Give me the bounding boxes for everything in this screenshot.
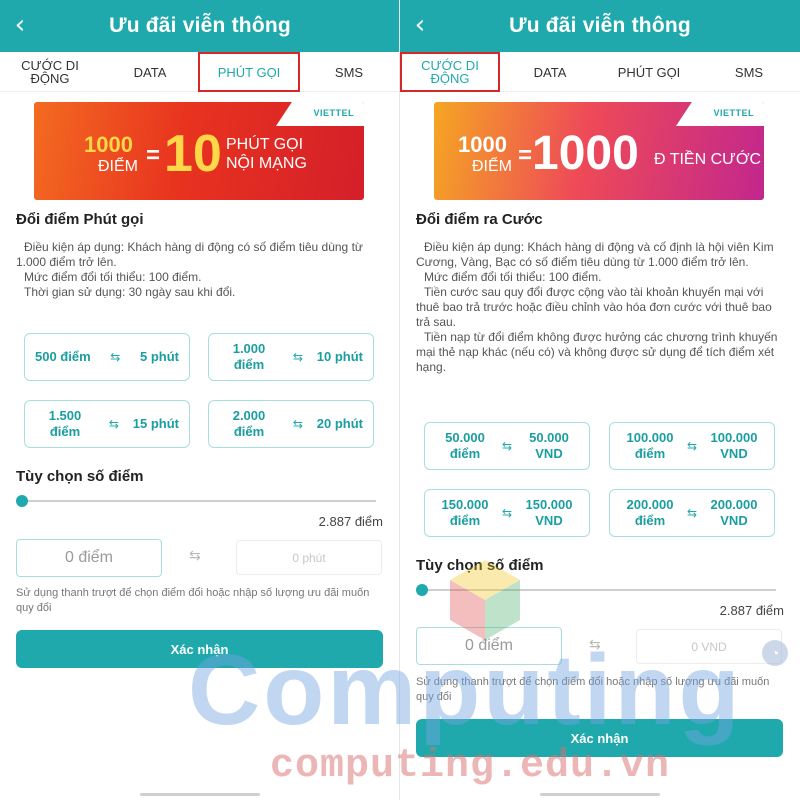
banner-points-word: ĐIỂM: [98, 158, 138, 175]
option-value: 100.000 VND: [710, 430, 758, 461]
page-title: Ưu đãi viễn thông: [509, 14, 691, 37]
max-points-label: 2.887 điểm: [719, 603, 784, 618]
option-value: 50.000 VND: [529, 430, 569, 461]
watermark-url: computing.edu.vn: [270, 744, 671, 789]
option-value: 10 phút: [316, 349, 363, 364]
slider-thumb[interactable]: [416, 584, 428, 596]
condition-line: Thời gian sử dụng: 30 ngày sau khi đổi.: [24, 285, 236, 299]
swap-icon: ⇆: [108, 417, 119, 431]
option-card[interactable]: 500 điểm ⇆ 5 phút: [24, 333, 190, 381]
promo-banner[interactable]: VIETTEL 1000 ĐIỂM = 1000 Đ TIỀN CƯỚC: [434, 102, 764, 200]
tab-label: CƯỚC DI ĐỘNG: [421, 58, 479, 86]
promo-banner[interactable]: VIETTEL 1000 ĐIỂM = 10 PHÚT GỌI NỘI MẠNG: [34, 102, 364, 200]
points-slider[interactable]: [16, 495, 376, 507]
option-card[interactable]: 100.000 điểm ⇆ 100.000 VND: [609, 422, 775, 470]
option-value: 150.000 VND: [525, 497, 573, 528]
option-card[interactable]: 2.000 điểm ⇆ 20 phút: [208, 400, 374, 448]
condition-line: Mức điểm đổi tối thiểu: 100 điểm.: [24, 270, 202, 284]
conditions-text: Điều kiện áp dụng: Khách hàng di động và…: [416, 240, 788, 375]
swap-icon: ⇆: [189, 548, 201, 564]
tab-data[interactable]: DATA: [106, 52, 194, 92]
tab-cuoc-di-dong[interactable]: CƯỚC DI ĐỘNG: [400, 52, 500, 92]
option-value: 200.000 VND: [710, 497, 758, 528]
option-points: 500 điểm: [35, 349, 91, 364]
swap-icon: ⇆: [686, 506, 698, 520]
option-points: 100.000 điểm: [626, 430, 674, 461]
tab-sms[interactable]: SMS: [306, 52, 392, 92]
option-value: 20 phút: [316, 416, 363, 431]
tab-label: SMS: [734, 64, 764, 80]
tab-bar: CƯỚC DI ĐỘNG DATA PHÚT GỌI SMS: [0, 52, 399, 92]
option-value: 5 phút: [140, 349, 179, 364]
banner-big-value: 1000: [532, 127, 639, 180]
tab-label: DATA: [533, 64, 567, 80]
swap-icon: ⇆: [686, 439, 698, 453]
tab-bar: CƯỚC DI ĐỘNG DATA PHÚT GỌI SMS: [400, 52, 800, 92]
banner-description: PHÚT GỌI NỘI MẠNG: [226, 136, 307, 172]
watermark-word: Computing: [188, 634, 743, 746]
max-points-label: 2.887 điểm: [318, 514, 383, 529]
condition-line: Mức điểm đổi tối thiểu: 100 điểm.: [424, 270, 602, 284]
tab-label: PHÚT GỌI: [217, 64, 281, 80]
swap-icon: ⇆: [501, 439, 513, 453]
banner-description: Đ TIỀN CƯỚC: [654, 151, 762, 168]
swap-icon: ⇆: [110, 350, 121, 364]
condition-line: Điều kiện áp dụng: Khách hàng di động và…: [416, 240, 774, 269]
app-header: ‹ Ưu đãi viễn thông: [400, 0, 800, 52]
tab-phut-goi[interactable]: PHÚT GỌI: [598, 52, 700, 92]
watermark-logo-icon: [450, 560, 520, 640]
option-points: 1.000 điểm: [232, 341, 266, 372]
slider-thumb[interactable]: [16, 495, 28, 507]
option-points: 150.000 điểm: [441, 497, 489, 528]
minutes-output-value: 0 phút: [292, 550, 326, 565]
tab-phut-goi[interactable]: PHÚT GỌI: [198, 52, 300, 92]
tab-label: PHÚT GỌI: [617, 64, 681, 80]
option-points: 200.000 điểm: [626, 497, 674, 528]
option-card[interactable]: 50.000 điểm ⇆ 50.000 VND: [424, 422, 590, 470]
hint-text: Sử dụng thanh trượt để chọn điểm đổi hoặ…: [16, 587, 370, 614]
swap-icon: ⇆: [501, 506, 513, 520]
minutes-output: 0 phút: [236, 540, 382, 575]
condition-line: Điều kiện áp dụng: Khách hàng di động có…: [16, 240, 363, 269]
home-indicator: [540, 793, 660, 796]
option-card[interactable]: 1.000 điểm ⇆ 10 phút: [208, 333, 374, 381]
banner-equals: =: [518, 142, 533, 169]
tab-sms[interactable]: SMS: [706, 52, 792, 92]
tab-cuoc-di-dong[interactable]: CƯỚC DI ĐỘNG: [4, 52, 96, 92]
option-points: 2.000 điểm: [232, 408, 266, 439]
conditions-text: Điều kiện áp dụng: Khách hàng di động có…: [16, 240, 388, 300]
condition-line: Tiền cước sau quy đổi được cộng vào tài …: [416, 285, 772, 329]
custom-points-title: Tùy chọn số điểm: [16, 468, 144, 485]
banner-points-number: 1000: [458, 132, 507, 157]
viettel-logo: VIETTEL: [313, 108, 354, 118]
option-card[interactable]: 150.000 điểm ⇆ 150.000 VND: [424, 489, 590, 537]
tab-label: CƯỚC DI ĐỘNG: [21, 58, 79, 86]
banner-big-value: 10: [164, 125, 222, 183]
option-card[interactable]: 200.000 điểm ⇆ 200.000 VND: [609, 489, 775, 537]
swap-icon: ⇆: [292, 417, 303, 431]
viettel-logo: VIETTEL: [713, 108, 754, 118]
option-points: 1.500 điểm: [48, 408, 82, 439]
section-title: Đổi điểm ra Cước: [416, 211, 543, 228]
tab-data[interactable]: DATA: [506, 52, 594, 92]
banner-points-word: ĐIỂM: [472, 158, 512, 175]
banner-equals: =: [146, 142, 161, 169]
option-card[interactable]: 1.500 điểm ⇆ 15 phút: [24, 400, 190, 448]
home-indicator: [140, 793, 260, 796]
tab-label: SMS: [334, 64, 364, 80]
option-points: 50.000 điểm: [445, 430, 485, 461]
assistant-bubble-icon[interactable]: ◔: [762, 640, 788, 666]
app-header: ‹ Ưu đãi viễn thông: [0, 0, 399, 52]
condition-line: Tiền nạp từ đổi điểm không được hưởng cá…: [416, 330, 778, 374]
tab-label: DATA: [133, 64, 167, 80]
banner-points-number: 1000: [84, 132, 133, 157]
swap-icon: ⇆: [292, 350, 303, 364]
option-value: 15 phút: [132, 416, 179, 431]
points-input-value: 0 điểm: [64, 549, 114, 566]
points-input[interactable]: 0 điểm: [16, 539, 162, 577]
page-title: Ưu đãi viễn thông: [109, 14, 291, 37]
section-title: Đổi điểm Phút gọi: [16, 211, 144, 228]
